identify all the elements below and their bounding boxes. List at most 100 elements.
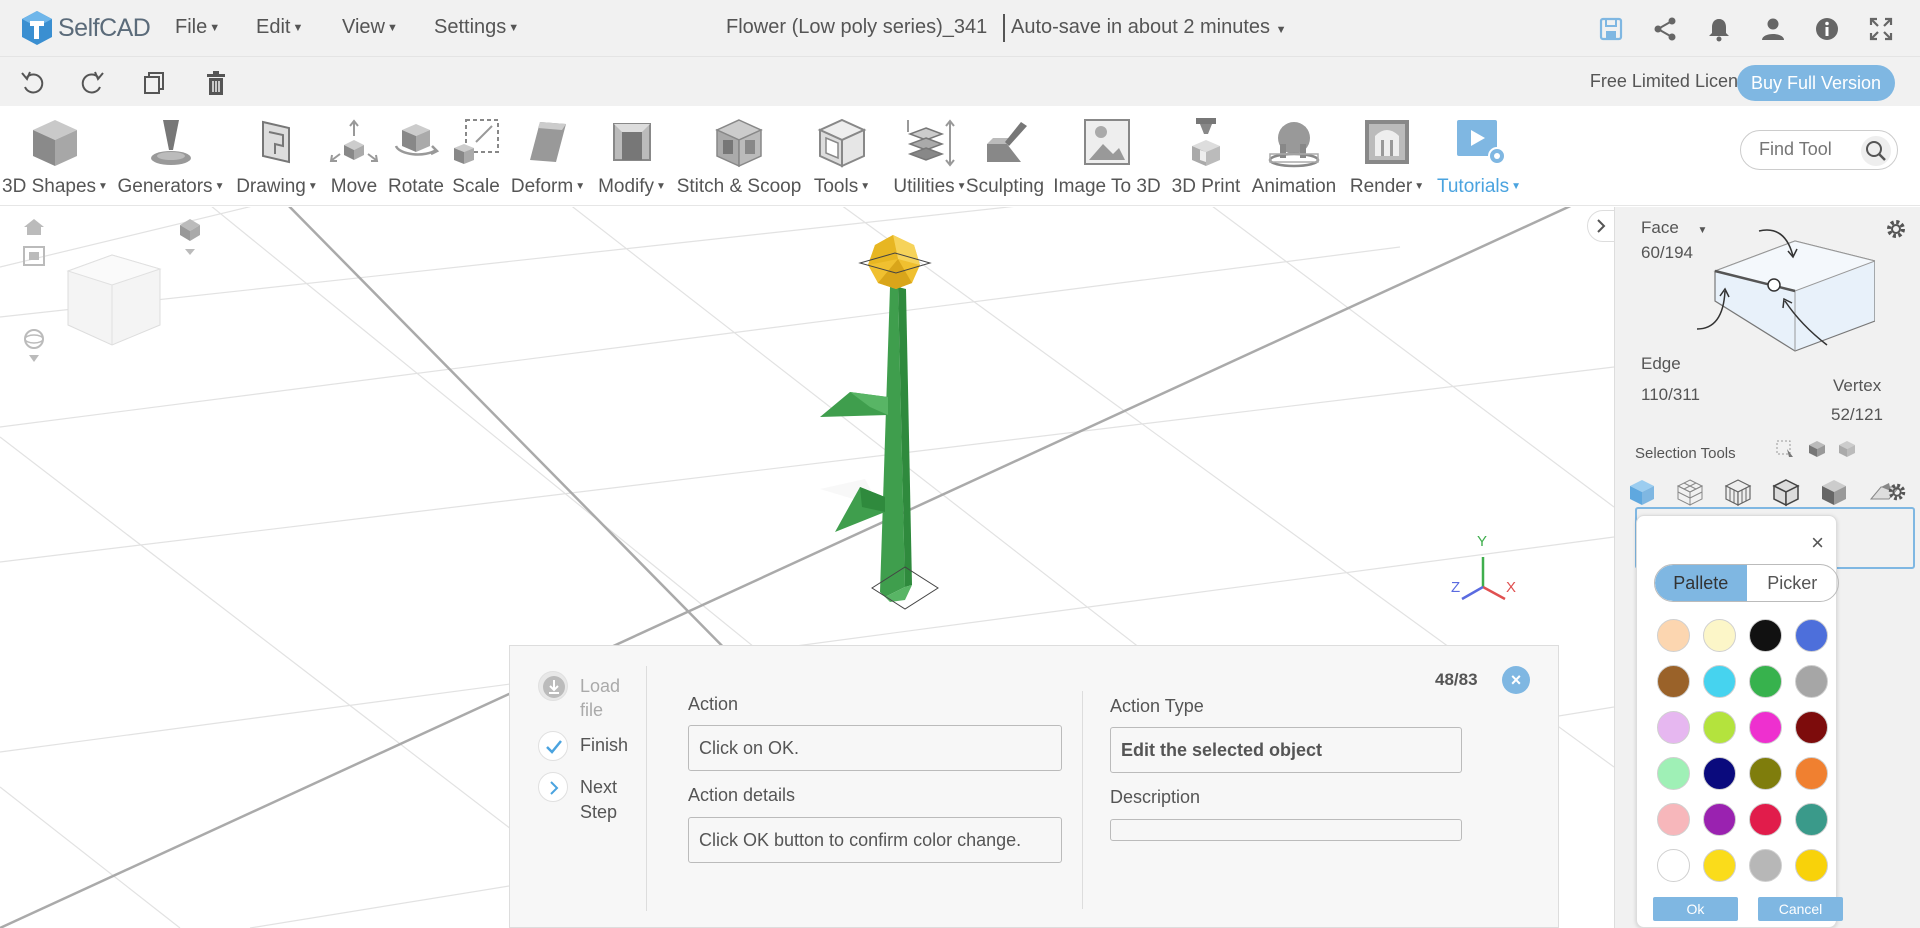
- tool-render[interactable]: Render ▼: [1342, 106, 1432, 206]
- color-swatch[interactable]: [1657, 619, 1690, 652]
- tool-sculpting[interactable]: Sculpting: [962, 106, 1048, 206]
- cancel-button[interactable]: Cancel: [1758, 897, 1843, 921]
- tool-image-to-3d[interactable]: Image To 3D: [1052, 106, 1162, 206]
- flower-model[interactable]: [820, 235, 939, 610]
- color-swatch[interactable]: [1749, 711, 1782, 744]
- color-swatch[interactable]: [1795, 757, 1828, 790]
- axis-x-label: X: [1506, 579, 1517, 596]
- tool-modify[interactable]: Modify ▼: [592, 106, 672, 206]
- menu-view[interactable]: View ▼: [342, 16, 398, 39]
- share-icon[interactable]: [1652, 16, 1678, 42]
- color-swatch[interactable]: [1703, 711, 1736, 744]
- color-swatch[interactable]: [1703, 849, 1736, 882]
- cube-select-icon[interactable]: [1807, 439, 1827, 459]
- color-swatch[interactable]: [1749, 757, 1782, 790]
- search-button[interactable]: [1861, 136, 1891, 166]
- user-icon[interactable]: [1760, 16, 1786, 42]
- tool-label: 3D Print: [1171, 176, 1241, 197]
- color-swatch[interactable]: [1657, 849, 1690, 882]
- menu-settings[interactable]: Settings ▼: [434, 16, 519, 39]
- view-cube[interactable]: [66, 254, 162, 346]
- collapse-panel-button[interactable]: [1587, 210, 1615, 242]
- redo-icon[interactable]: [78, 69, 106, 97]
- info-icon[interactable]: [1814, 16, 1840, 42]
- color-swatch[interactable]: [1657, 665, 1690, 698]
- tool-move[interactable]: Move: [322, 106, 386, 206]
- color-swatch[interactable]: [1703, 803, 1736, 836]
- cube-icon: [33, 120, 77, 166]
- color-swatch[interactable]: [1657, 757, 1690, 790]
- solid-select-icon[interactable]: [1837, 439, 1857, 459]
- save-icon[interactable]: [1598, 16, 1624, 42]
- buy-full-version-button[interactable]: Buy Full Version: [1737, 65, 1895, 101]
- color-swatch[interactable]: [1795, 803, 1828, 836]
- tool-3d-shapes[interactable]: 3D Shapes ▼: [0, 106, 110, 206]
- color-swatch[interactable]: [1703, 619, 1736, 652]
- color-swatch[interactable]: [1795, 665, 1828, 698]
- undo-icon[interactable]: [19, 69, 47, 97]
- wireframe-select-icon[interactable]: [1675, 477, 1705, 507]
- fullscreen-icon[interactable]: [1868, 16, 1894, 42]
- camera-cube-icon[interactable]: [180, 219, 200, 255]
- frame-icon[interactable]: [23, 246, 45, 266]
- menu-edit[interactable]: Edit ▼: [256, 16, 303, 39]
- color-swatch[interactable]: [1703, 757, 1736, 790]
- tool-stitch-scoop[interactable]: Stitch & Scoop: [674, 106, 804, 206]
- close-panel-button[interactable]: ×: [1502, 666, 1530, 694]
- orbit-icon[interactable]: [24, 329, 44, 362]
- selfcad-logo[interactable]: SelfCAD: [20, 8, 151, 48]
- copy-icon[interactable]: [140, 69, 168, 97]
- panel-divider: [1082, 691, 1083, 909]
- edge-select-icon[interactable]: [1771, 477, 1801, 507]
- generator-icon: [151, 120, 191, 165]
- main-toolbar: 3D Shapes ▼ Generators ▼ Drawing ▼ Move Rot…: [0, 106, 1920, 206]
- description-label: Description: [1110, 787, 1201, 807]
- action-type-label: Action Type: [1110, 696, 1204, 716]
- color-swatch[interactable]: [1795, 711, 1828, 744]
- tool-3d-print[interactable]: 3D Print: [1166, 106, 1246, 206]
- step-counter: 48/83: [1435, 670, 1478, 689]
- autosave-status[interactable]: Auto-save in about 2 minutes ▼: [1011, 16, 1287, 39]
- finish-step-button[interactable]: [538, 731, 568, 761]
- color-swatch[interactable]: [1749, 849, 1782, 882]
- bell-icon[interactable]: [1706, 16, 1732, 42]
- gear-icon[interactable]: [1886, 481, 1908, 503]
- tool-tutorials[interactable]: Tutorials ▼: [1434, 106, 1524, 206]
- color-swatch[interactable]: [1749, 619, 1782, 652]
- tool-rotate[interactable]: Rotate: [384, 106, 448, 206]
- color-swatch[interactable]: [1749, 665, 1782, 698]
- menu-file[interactable]: File ▼: [175, 16, 220, 39]
- next-step-button[interactable]: [538, 772, 568, 802]
- box-select-icon[interactable]: [1775, 439, 1795, 459]
- close-icon[interactable]: ×: [1811, 530, 1824, 556]
- chevron-down-icon: ▼: [656, 181, 666, 193]
- stitch-scoop-icon: [715, 119, 763, 168]
- tool-deform[interactable]: Deform ▼: [506, 106, 590, 206]
- home-icon[interactable]: [24, 219, 44, 235]
- find-tool-input[interactable]: [1759, 139, 1859, 160]
- ok-button[interactable]: Ok: [1653, 897, 1738, 921]
- color-swatch[interactable]: [1795, 619, 1828, 652]
- face-select-icon[interactable]: [1627, 477, 1657, 507]
- tab-palette[interactable]: Pallete: [1655, 565, 1747, 601]
- gear-icon[interactable]: [1884, 217, 1908, 241]
- tool-animation[interactable]: Animation: [1246, 106, 1342, 206]
- find-tool-search[interactable]: [1740, 130, 1898, 170]
- chevron-right-icon: [550, 781, 559, 795]
- tool-tools[interactable]: Tools ▼: [806, 106, 878, 206]
- tab-picker[interactable]: Picker: [1747, 565, 1839, 601]
- drawing-icon: [262, 120, 290, 164]
- tool-drawing[interactable]: Drawing ▼: [232, 106, 322, 206]
- tool-scale[interactable]: Scale: [446, 106, 506, 206]
- grid-select-icon[interactable]: [1723, 477, 1753, 507]
- trash-icon[interactable]: [202, 69, 230, 97]
- tool-generators[interactable]: Generators ▼: [114, 106, 228, 206]
- load-file-step-button[interactable]: [538, 671, 568, 701]
- document-title[interactable]: Flower (Low poly series)_341: [726, 16, 987, 39]
- color-swatch[interactable]: [1657, 711, 1690, 744]
- color-swatch[interactable]: [1795, 849, 1828, 882]
- color-swatch[interactable]: [1657, 803, 1690, 836]
- color-swatch[interactable]: [1749, 803, 1782, 836]
- color-swatch[interactable]: [1703, 665, 1736, 698]
- half-select-icon[interactable]: [1819, 477, 1849, 507]
